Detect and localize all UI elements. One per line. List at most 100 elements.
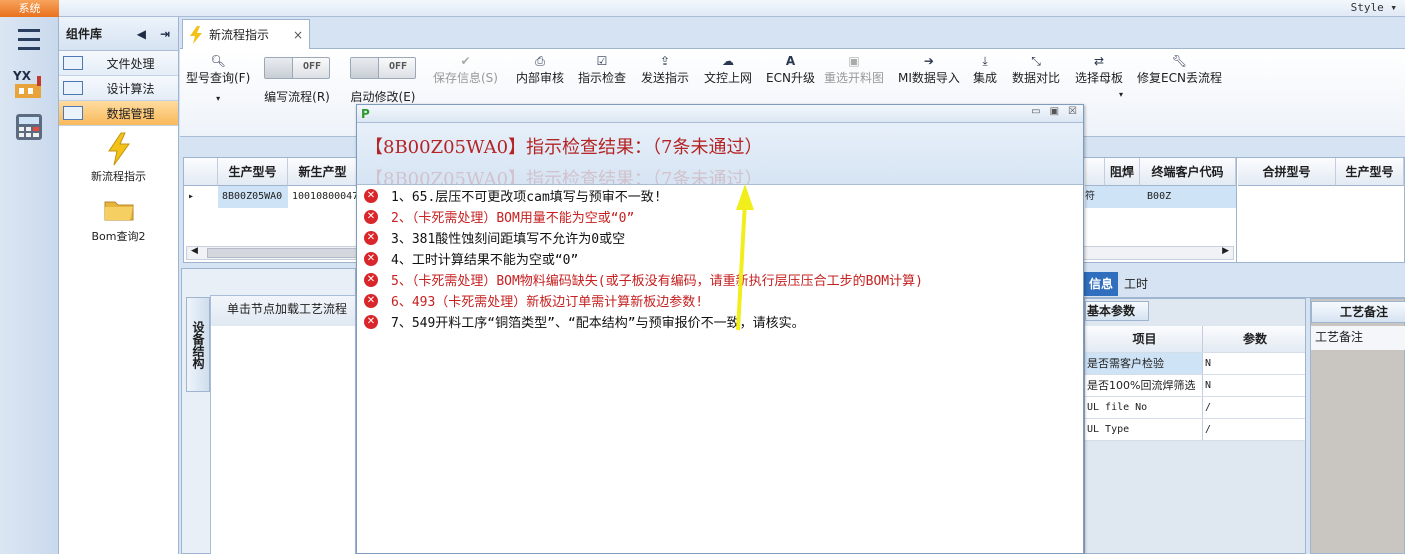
lightning-icon: [107, 132, 130, 166]
error-icon: ✕: [364, 230, 378, 245]
params-header-row: 项目 参数: [1085, 326, 1305, 353]
category-data-management[interactable]: 数据管理: [59, 101, 178, 126]
tool-bom-query2[interactable]: Bom查询2: [59, 192, 178, 244]
button-label: 集成: [973, 71, 998, 85]
category-file-processing[interactable]: 文件处理: [59, 51, 178, 76]
tab-process-notes[interactable]: 工艺备注: [1311, 301, 1405, 323]
start-modify-toggle[interactable]: OFF 启动修改(E): [350, 49, 416, 105]
param-value[interactable]: N: [1203, 375, 1305, 396]
style-menu[interactable]: Style ▾: [1351, 1, 1397, 14]
instruction-check-button[interactable]: ☑ 指示检查: [578, 49, 626, 86]
minimize-icon[interactable]: ▭: [1031, 106, 1040, 117]
annotation-arrow-icon: [736, 184, 754, 331]
download-icon: ⤓: [982, 54, 988, 68]
column-header[interactable]: 终端客户代码: [1140, 158, 1236, 186]
row-indicator[interactable]: ▸: [184, 186, 218, 208]
yx-app-icon[interactable]: YX: [8, 64, 50, 104]
column-header[interactable]: 生产型号: [218, 158, 288, 186]
collapse-left-icon[interactable]: ◀: [137, 27, 146, 41]
params-table: 项目 参数 是否需客户检验 N 是否100%回流焊筛选 N UL file No…: [1085, 326, 1305, 441]
basic-params-panel: 基本参数 项目 参数 是否需客户检验 N 是否100%回流焊筛选 N UL fi…: [1084, 298, 1306, 554]
close-icon[interactable]: ☒: [1068, 106, 1077, 117]
column-header[interactable]: 阻焊: [1105, 158, 1140, 186]
column-header[interactable]: 合拼型号: [1238, 158, 1336, 186]
column-header[interactable]: [1085, 158, 1105, 186]
column-header[interactable]: 项目: [1085, 326, 1203, 352]
tab-work-hours[interactable]: 工时: [1124, 272, 1148, 296]
error-icon: ✕: [364, 251, 378, 266]
detail-tab-bar: 信息 工时: [1084, 268, 1405, 298]
table-row[interactable]: 是否100%回流焊筛选 N: [1085, 375, 1305, 397]
dropdown-arrow-icon: ▾: [216, 94, 221, 103]
category-label: 设计算法: [106, 81, 155, 96]
maximize-icon[interactable]: ▣: [1050, 106, 1059, 117]
scrollbar-thumb[interactable]: [207, 248, 367, 258]
column-header[interactable]: 生产型号: [1336, 158, 1404, 186]
error-icon: ✕: [364, 272, 378, 287]
grid-cell[interactable]: 10010800047: [288, 186, 358, 208]
save-info-button[interactable]: ✔ 保存信息(S): [433, 49, 498, 86]
mi-import-button[interactable]: ➔ MI数据导入: [898, 49, 960, 86]
scroll-right-icon[interactable]: ▶: [1222, 246, 1229, 256]
button-label: 文控上网: [704, 71, 753, 85]
send-instruction-button[interactable]: ⇪ 发送指示: [641, 49, 689, 86]
param-value[interactable]: /: [1203, 419, 1305, 440]
grid-cell[interactable]: 符: [1085, 191, 1095, 202]
calculator-icon[interactable]: [8, 107, 50, 147]
model-query-button[interactable]: 🔍︎ 型号查询(F) ▾: [186, 49, 250, 103]
tab-new-flow-instruction[interactable]: 新流程指示 ×: [182, 19, 310, 49]
process-tree[interactable]: 单击节点加载工艺流程: [210, 295, 356, 554]
param-value[interactable]: N: [1203, 353, 1305, 374]
param-item: 是否需客户检验: [1085, 353, 1203, 374]
toggle-switch[interactable]: OFF: [264, 57, 330, 79]
grid-row-selected[interactable]: 符 B00Z: [1085, 186, 1236, 208]
pin-icon[interactable]: ⇥: [160, 27, 170, 41]
error-icon: ✕: [364, 209, 378, 224]
close-icon[interactable]: ×: [293, 28, 309, 42]
param-value[interactable]: /: [1203, 397, 1305, 418]
ecn-upgrade-button[interactable]: A ECN升级: [766, 49, 815, 86]
select-mother-board-button[interactable]: ⇄ 选择母板 ▾: [1075, 49, 1123, 99]
integrate-button[interactable]: ⤓ 集成: [973, 49, 997, 86]
table-row[interactable]: UL Type /: [1085, 419, 1305, 441]
button-label: 内部审核: [516, 71, 565, 85]
image-icon: ▣: [848, 54, 860, 68]
category-icon: [63, 106, 83, 120]
left-rail: YX: [0, 17, 59, 554]
reselect-panel-chart-button[interactable]: ▣ 重选开料图: [824, 49, 884, 86]
button-label: MI数据导入: [898, 71, 960, 85]
cloud-upload-icon: ☁: [722, 54, 734, 68]
hamburger-menu-icon[interactable]: [8, 19, 50, 59]
component-library-title: 组件库: [66, 27, 103, 41]
tab-basic-params[interactable]: 基本参数: [1085, 301, 1149, 321]
toggle-switch[interactable]: OFF: [350, 57, 416, 79]
document-tab-bar: 新流程指示 ×: [180, 17, 1405, 49]
doc-upload-button[interactable]: ☁ 文控上网: [704, 49, 752, 86]
dialog-title-shadow: 【8B00Z05WA0】指示检查结果：（7条未通过）: [365, 169, 763, 185]
tool-new-flow-instruction[interactable]: 新流程指示: [59, 132, 178, 184]
internal-review-button[interactable]: ⎙ 内部审核: [516, 49, 564, 86]
table-row[interactable]: UL file No /: [1085, 397, 1305, 419]
grid-cell[interactable]: B00Z: [1147, 191, 1171, 202]
edit-flow-toggle[interactable]: OFF 编写流程(R): [264, 49, 330, 105]
button-label: 重选开料图: [824, 71, 885, 85]
category-icon: [63, 56, 83, 70]
category-design-algorithm[interactable]: 设计算法: [59, 76, 178, 101]
scroll-left-icon[interactable]: ◀: [191, 246, 198, 256]
column-header[interactable]: 参数: [1203, 326, 1305, 352]
button-label: 型号查询(F): [186, 71, 251, 85]
search-icon: 🔍︎: [210, 54, 226, 68]
table-row[interactable]: 是否需客户检验 N: [1085, 353, 1305, 375]
process-notes-panel: 工艺备注 工艺备注: [1310, 298, 1405, 554]
grid-cell[interactable]: 8B00Z05WA0: [218, 186, 288, 208]
tab-info[interactable]: 信息: [1084, 272, 1118, 296]
error-icon: ✕: [364, 293, 378, 308]
system-menu-tab[interactable]: 系统: [0, 0, 59, 17]
tab-equipment-structure[interactable]: 设备结构: [186, 297, 210, 392]
error-text: 5、（卡死需处理）BOM物料编码缺失(或子板没有编码，请重新执行层压压合工步的B…: [391, 274, 923, 289]
data-compare-button[interactable]: ⤡ 数据对比: [1012, 49, 1060, 86]
column-header[interactable]: 新生产型: [288, 158, 358, 186]
repair-ecn-flow-button[interactable]: 🔧︎ 修复ECN丢流程: [1137, 49, 1222, 86]
component-library-panel: 组件库 ◀ ⇥ 文件处理 设计算法 数据管理 新流程指示 Bom查询2: [59, 17, 179, 554]
tool-label: 新流程指示: [91, 170, 146, 183]
